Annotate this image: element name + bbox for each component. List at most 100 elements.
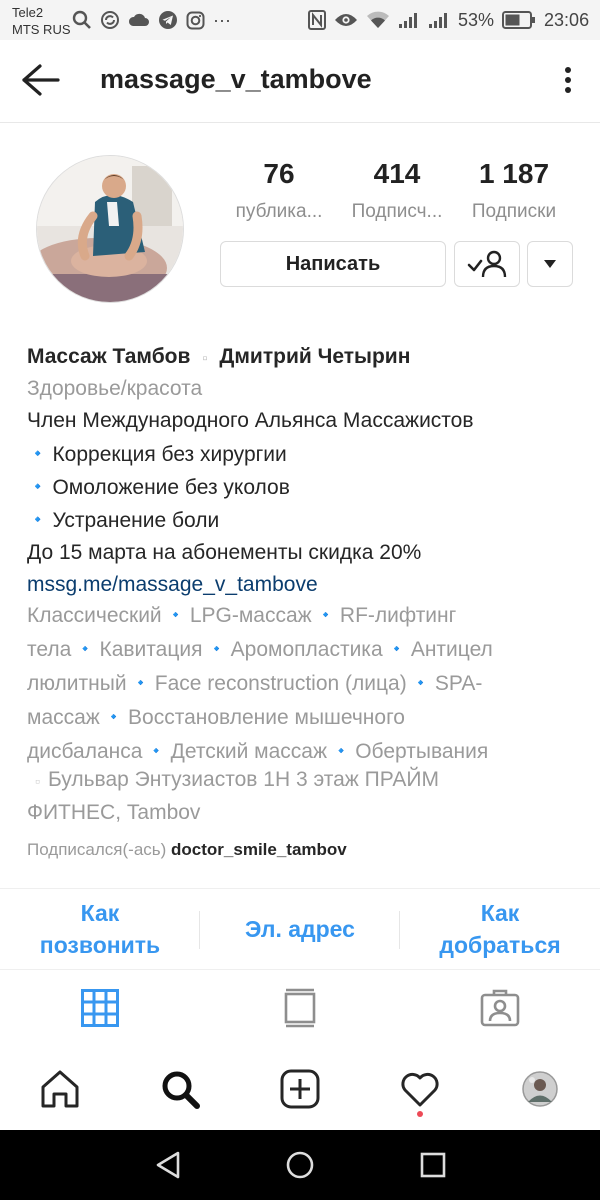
followed-by-label: Подписался(-ась) (27, 840, 167, 859)
signal-icon (399, 13, 417, 28)
service-item: LPG-массаж (189, 604, 312, 627)
activity-dot (417, 1111, 423, 1117)
system-home-button[interactable] (260, 1130, 340, 1200)
add-icon (280, 1069, 320, 1109)
bio-bullet-3: 🔹 Устранение боли (27, 503, 219, 537)
call-label-1: Как (80, 900, 120, 926)
call-label-2: позвонить (39, 932, 161, 958)
address-text-1: Бульвар Энтузиастов 1Н 3 этаж ПРАЙМ (47, 768, 439, 791)
system-navigation-bar (0, 1130, 600, 1200)
service-item: RF-лифтинг (339, 604, 457, 627)
service-item: Антицел (410, 638, 493, 661)
nfc-icon (308, 10, 326, 30)
carrier-line-2: MTS RUS (12, 22, 71, 37)
suggestions-dropdown-button[interactable] (527, 241, 573, 287)
back-arrow-icon[interactable] (18, 62, 62, 98)
service-item: люлитный (27, 672, 127, 695)
more-notifications: ··· (213, 9, 231, 30)
blue-diamond-icon: 🔹 (77, 641, 94, 656)
services-line: Классический 🔹 LPG-массаж 🔹 RF-лифтинг (27, 598, 493, 632)
heart-icon (401, 1072, 439, 1107)
blue-diamond-icon: 🔹 (412, 675, 429, 690)
profile-avatar (522, 1071, 558, 1107)
eye-icon (335, 14, 357, 26)
blue-diamond-icon: 🔹 (105, 709, 123, 724)
search-icon (162, 1071, 200, 1109)
service-item: Face reconstruction (лица) (154, 672, 407, 695)
service-item: Детский массаж (170, 740, 328, 763)
followed-by[interactable]: Подписался(-ась) doctor_smile_tambov (27, 833, 347, 866)
instagram-icon (186, 11, 205, 29)
services-line: тела 🔹 Кавитация 🔹 Аромопластика 🔹 Антицел (27, 632, 493, 666)
carrier-info: Tele2 MTS RUS (12, 4, 71, 38)
nav-home[interactable] (0, 1048, 120, 1130)
back-triangle-icon (156, 1151, 180, 1179)
bio-website-link[interactable]: mssg.me/massage_v_tambove (27, 568, 318, 601)
nav-search[interactable] (120, 1048, 240, 1130)
more-options-icon[interactable] (556, 64, 580, 98)
system-recents-button[interactable] (393, 1130, 473, 1200)
bio-line-1: Член Международного Альянса Массажистов (27, 409, 474, 432)
following-button[interactable] (454, 241, 520, 287)
bottom-navigation (0, 1048, 600, 1130)
tagged-icon (480, 989, 520, 1027)
call-button[interactable]: Как позвонить (0, 889, 200, 969)
tab-tagged[interactable] (400, 968, 600, 1048)
service-item: массаж (27, 706, 100, 729)
tab-feed[interactable] (200, 968, 400, 1048)
following-label[interactable]: Подписки (454, 201, 574, 223)
service-item: дисбаланса (27, 740, 143, 763)
services-list: Классический 🔹 LPG-массаж 🔹 RF-лифтинг тела 🔹 К… (27, 598, 493, 768)
services-line: массаж 🔹 Восстановление мышечного (27, 700, 493, 734)
home-circle-icon (286, 1151, 314, 1179)
tab-grid[interactable] (0, 968, 200, 1048)
bio-bullet-2: 🔹 Омоложение без уколов (27, 470, 290, 504)
profile-name-secondary: Дмитрий Четырин (219, 345, 411, 368)
following-count[interactable]: 1 187 (454, 158, 574, 190)
avatar-photo (37, 156, 183, 302)
posts-count[interactable]: 76 (219, 158, 339, 190)
system-back-button[interactable] (128, 1130, 208, 1200)
status-bar: Tele2 MTS RUS ··· 53% 23:06 (0, 0, 600, 40)
service-item: Обертывания (355, 740, 489, 763)
service-item: SPA- (434, 672, 483, 695)
contact-bar: Как позвонить Эл. адрес Как добраться (0, 888, 600, 970)
blue-diamond-icon: 🔹 (208, 641, 225, 656)
posts-label[interactable]: публика... (219, 201, 339, 223)
home-icon (41, 1070, 79, 1108)
address-marker-icon: ▫ (35, 773, 40, 789)
search-icon (72, 10, 91, 29)
profile-avatar[interactable] (36, 155, 184, 303)
telegram-icon (159, 11, 177, 29)
notification-icons: ··· (72, 9, 231, 31)
blue-diamond-icon: 🔹 (148, 743, 165, 758)
directions-button[interactable]: Как добраться (400, 889, 600, 969)
person-check-icon (467, 250, 507, 278)
directions-label-2: добраться (439, 932, 561, 958)
carrier-line-1: Tele2 (12, 5, 44, 20)
bullet-text: Омоложение без уколов (52, 476, 290, 499)
email-button[interactable]: Эл. адрес (200, 889, 400, 969)
followers-count[interactable]: 414 (337, 158, 457, 190)
grid-icon (81, 989, 119, 1027)
blue-diamond-icon: 🔹 (333, 743, 350, 758)
followed-by-user[interactable]: doctor_smile_tambov (171, 840, 347, 859)
profile-username: massage_v_tambove (100, 64, 372, 94)
nav-add[interactable] (240, 1048, 360, 1130)
message-button[interactable]: Написать (220, 241, 446, 287)
profile-category: Здоровье/красота (27, 377, 203, 400)
nav-activity[interactable] (360, 1048, 480, 1130)
blue-diamond-icon: 🔹 (29, 511, 47, 527)
nav-profile[interactable] (480, 1048, 600, 1130)
address-line-1: ▫ Бульвар Энтузиастов 1Н 3 этаж ПРАЙМ (27, 763, 439, 798)
service-item: Классический (27, 604, 162, 627)
profile-tabs (0, 968, 600, 1049)
address-line-2: ФИТНЕС, Tambov (27, 801, 201, 824)
bullet-text: Устранение боли (52, 509, 220, 532)
recents-square-icon (420, 1152, 446, 1178)
followers-label[interactable]: Подписч... (337, 201, 457, 223)
directions-label-1: Как (480, 900, 520, 926)
services-line: люлитный 🔹 Face reconstruction (лица) 🔹 SPA- (27, 666, 493, 700)
profile-name-primary: Массаж Тамбов (27, 345, 191, 368)
blue-diamond-icon: 🔹 (388, 641, 405, 656)
